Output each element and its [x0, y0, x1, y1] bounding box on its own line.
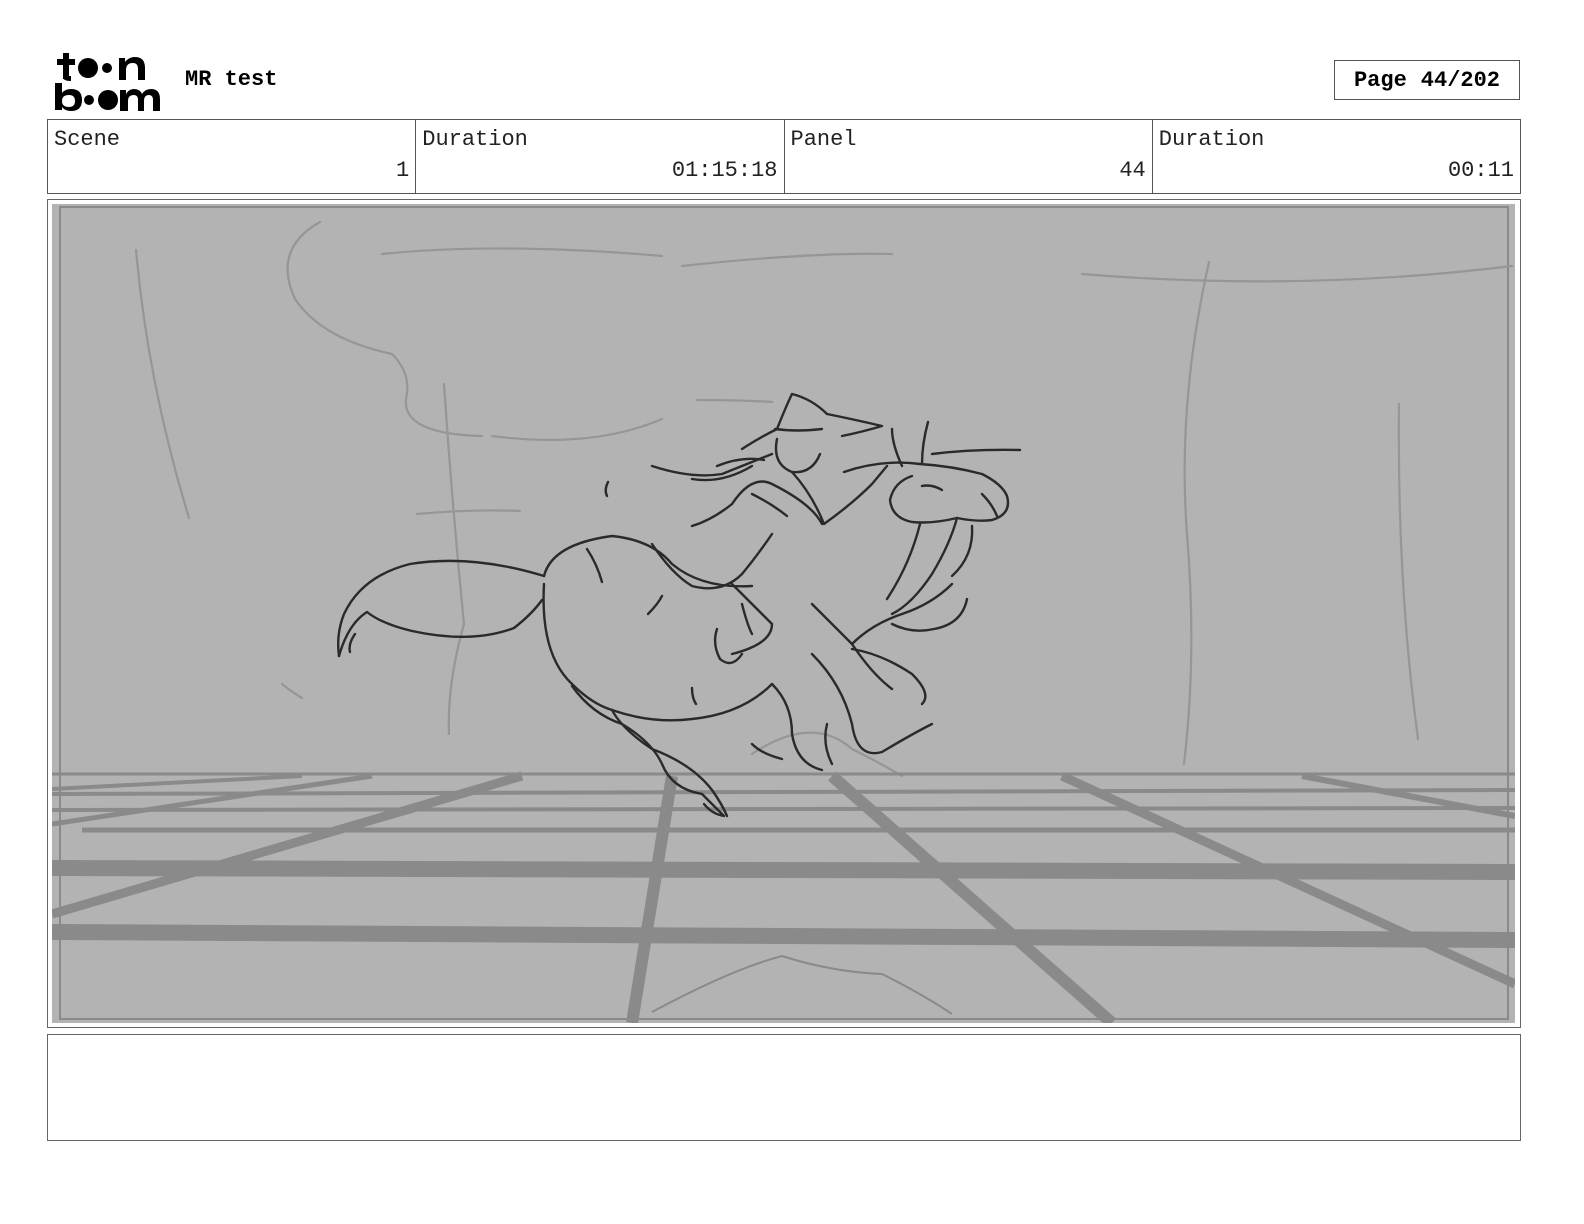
panel-duration-value: 00:11: [1447, 158, 1514, 183]
scene-duration-label: Duration: [422, 127, 528, 152]
scene-duration-cell: Duration 01:15:18: [416, 120, 785, 193]
page-number: 44/202: [1420, 67, 1501, 93]
horse-rider-sketch-icon: [52, 206, 1515, 1023]
panel-value: 44: [1119, 158, 1146, 183]
project-title: MR test: [185, 67, 278, 92]
panel-notes-area: [47, 1034, 1521, 1141]
panel-duration-label: Duration: [1158, 127, 1265, 152]
page-label: Page: [1353, 67, 1407, 93]
panel-image: [52, 204, 1515, 1023]
toon-boom-logo-icon: [55, 53, 160, 111]
toon-boom-logo: [52, 50, 164, 112]
panel-label: Panel: [790, 127, 857, 152]
panel-duration-cell: Duration 00:11: [1153, 120, 1520, 193]
scene-cell: Scene 1: [48, 120, 417, 193]
panel-cell: Panel 44: [785, 120, 1153, 193]
page-indicator: Page 44/202: [1334, 60, 1520, 100]
panel-image-frame: [47, 199, 1521, 1028]
scene-duration-value: 01:15:18: [671, 158, 778, 183]
scene-value: 1: [396, 158, 410, 183]
panel-info-table: Scene 1 Duration 01:15:18 Panel 44 Durat…: [47, 119, 1521, 194]
scene-label: Scene: [54, 127, 121, 152]
